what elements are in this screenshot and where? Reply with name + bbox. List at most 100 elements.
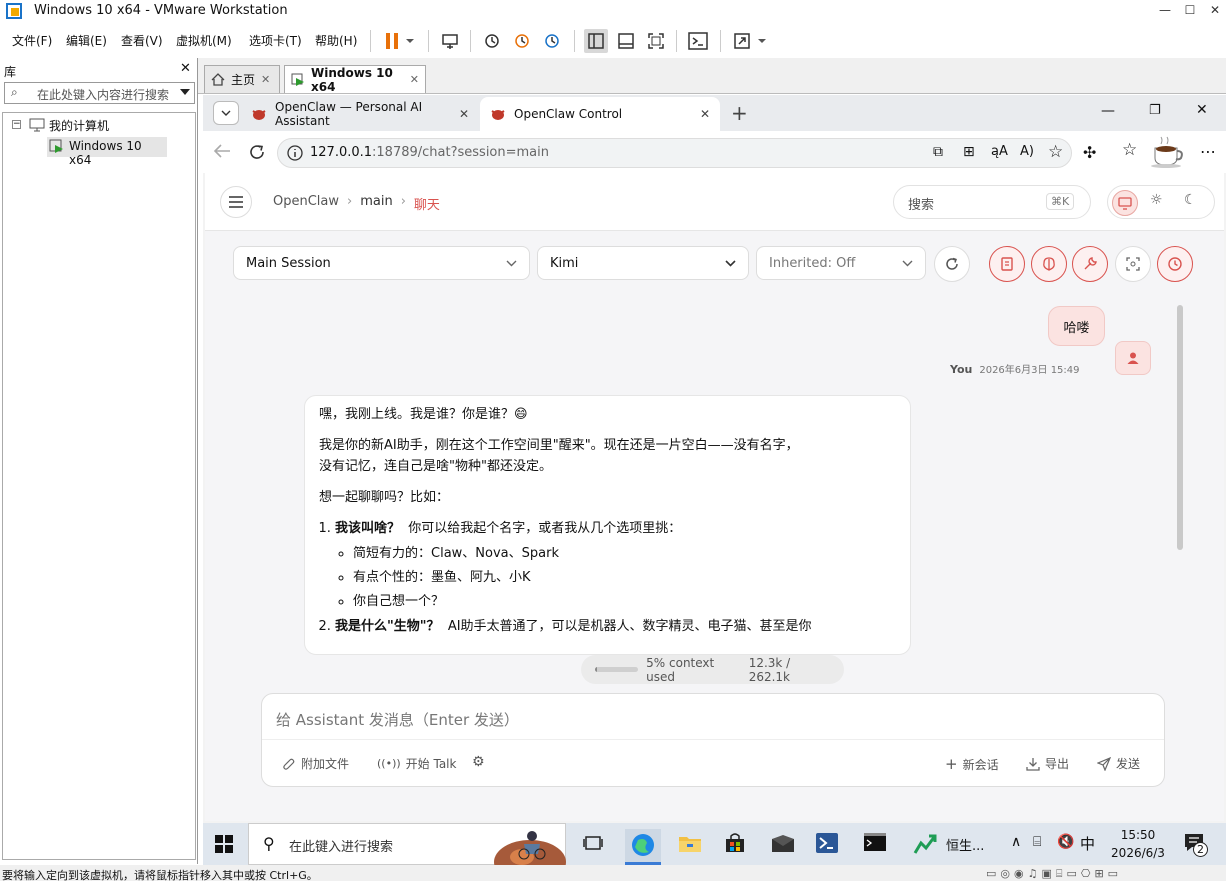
copilot-icon[interactable]: ⧉: [933, 144, 943, 160]
assistant-paragraph: 我是你的新AI助手，刚在这个工作空间里"醒来"。现在还是一片空白——没有名字， 没…: [319, 435, 896, 477]
logs-button[interactable]: [989, 246, 1025, 282]
ime-indicator[interactable]: 中: [1080, 833, 1095, 854]
site-info-icon[interactable]: [286, 144, 304, 162]
menu-tabs[interactable]: 选项卡(T): [249, 32, 302, 49]
menu-vm[interactable]: 虚拟机(M): [176, 32, 232, 49]
profile-coffee-icon[interactable]: [1151, 136, 1187, 168]
taskbar-clock[interactable]: 15:50 2026/6/3: [1108, 826, 1168, 862]
menu-view[interactable]: 查看(V): [121, 32, 163, 49]
translate-icon[interactable]: ąA: [991, 144, 1008, 159]
breadcrumb-separator: ›: [400, 194, 406, 209]
snapshot-icon[interactable]: [480, 29, 504, 53]
console-view-icon[interactable]: [686, 29, 710, 53]
start-talk-button[interactable]: ((•)) 开始 Talk: [377, 755, 456, 772]
store-icon[interactable]: [724, 832, 746, 854]
refresh-session-button[interactable]: [934, 246, 970, 282]
pause-dropdown-icon[interactable]: [400, 29, 420, 53]
file-explorer-icon[interactable]: [678, 833, 702, 853]
assistant-greeting: 嘿，我刚上线。我是谁？你是谁？😄: [319, 407, 528, 422]
browser-close-icon[interactable]: ✕: [1196, 102, 1208, 118]
device-status-icons[interactable]: ▭◎◉♫▣⌸▭⎔⊞▭: [986, 867, 1122, 881]
app-search-input[interactable]: 搜索 ⌘K: [893, 185, 1091, 219]
browser-restore-icon[interactable]: ❐: [1149, 103, 1161, 118]
library-search-input[interactable]: ⌕ 在此处键入内容进行搜索: [4, 82, 195, 104]
snapshot-manager-icon[interactable]: [540, 29, 564, 53]
close-icon[interactable]: ✕: [1207, 3, 1223, 19]
maximize-icon[interactable]: ☐: [1182, 3, 1198, 19]
edge-taskbar-icon[interactable]: [625, 829, 661, 865]
windows-start-icon[interactable]: [215, 835, 233, 853]
breadcrumb-root[interactable]: OpenClaw: [273, 194, 339, 213]
tab-close-icon[interactable]: ✕: [459, 107, 469, 121]
model-select[interactable]: Kimi: [537, 246, 749, 280]
stretch-guest-icon[interactable]: [730, 29, 754, 53]
read-aloud-icon[interactable]: A): [1020, 144, 1034, 159]
browser-minimize-icon[interactable]: —: [1101, 103, 1115, 119]
terminal-icon[interactable]: [863, 832, 887, 852]
task-view-icon[interactable]: [583, 834, 603, 852]
send-button[interactable]: 发送: [1097, 755, 1140, 772]
url-bar[interactable]: 127.0.0.1:18789/chat?session=main ⧉ ⊞ ąA…: [277, 138, 1072, 168]
menu-help[interactable]: 帮助(H): [315, 32, 357, 49]
tab-close-icon[interactable]: ✕: [261, 73, 270, 86]
history-button[interactable]: [1157, 246, 1193, 282]
settings-gear-icon[interactable]: ⚙: [472, 754, 485, 770]
more-menu-icon[interactable]: ⋯: [1200, 142, 1216, 161]
refresh-icon[interactable]: [248, 143, 266, 161]
tree-collapse-icon[interactable]: −: [12, 120, 21, 129]
tab-close-icon[interactable]: ✕: [410, 73, 419, 86]
moon-icon[interactable]: ☾: [1184, 192, 1197, 208]
menu-edit[interactable]: 编辑(E): [66, 32, 107, 49]
chevron-up-icon[interactable]: ∧: [1011, 834, 1021, 850]
hengsheng-app-icon[interactable]: [913, 833, 937, 855]
mail-icon[interactable]: [771, 835, 795, 853]
notification-icon[interactable]: 2: [1183, 832, 1209, 857]
powershell-icon[interactable]: [815, 832, 839, 854]
chevron-down-icon[interactable]: [180, 89, 190, 96]
menu-file[interactable]: 文件(F): [12, 32, 52, 49]
tab-home[interactable]: 主页 ✕: [204, 65, 280, 93]
browser-tab-openclaw-control[interactable]: OpenClaw Control ✕: [480, 97, 720, 131]
tab-close-icon[interactable]: ✕: [700, 107, 710, 121]
tree-item-windows10[interactable]: Windows 10 x64: [47, 137, 167, 167]
taskbar-search-box[interactable]: ⚲ 在此键入进行搜索: [248, 823, 566, 866]
sun-icon[interactable]: ☼: [1150, 192, 1163, 208]
network-icon[interactable]: ⌸: [1033, 834, 1041, 850]
inherited-select[interactable]: Inherited: Off: [756, 246, 926, 280]
library-close-icon[interactable]: ✕: [180, 61, 191, 76]
taskbar-app-label[interactable]: 恒生...: [946, 835, 984, 854]
message-input[interactable]: 给 Assistant 发消息（Enter 发送）: [276, 709, 519, 730]
session-select[interactable]: Main Session: [233, 246, 530, 280]
chat-scrollbar[interactable]: [1177, 305, 1183, 550]
new-tab-plus-icon[interactable]: +: [731, 101, 748, 125]
volume-muted-icon[interactable]: 🔇: [1057, 834, 1074, 850]
session-select-value: Main Session: [246, 255, 331, 271]
back-arrow-icon[interactable]: [213, 143, 231, 159]
export-button[interactable]: 导出: [1026, 755, 1069, 772]
revert-snapshot-icon[interactable]: [510, 29, 534, 53]
tab-actions-chevron-icon[interactable]: [213, 101, 239, 125]
minimize-icon[interactable]: —: [1157, 3, 1173, 19]
favorite-star-icon[interactable]: ☆: [1048, 142, 1063, 162]
focus-mode-button[interactable]: [1115, 246, 1151, 282]
attach-file-button[interactable]: 附加文件: [282, 755, 349, 772]
url-text[interactable]: 127.0.0.1:18789/chat?session=main: [310, 145, 549, 160]
tree-root-label[interactable]: 我的计算机: [49, 117, 109, 134]
hamburger-menu-icon[interactable]: [220, 186, 252, 218]
monitor-icon[interactable]: [1112, 190, 1138, 216]
thumbnail-bar-icon[interactable]: [614, 29, 638, 53]
send-ctrl-alt-del-icon[interactable]: [438, 29, 462, 53]
favorites-list-icon[interactable]: ☆: [1122, 140, 1137, 160]
stretch-dropdown-icon[interactable]: [752, 29, 772, 53]
apps-grid-icon[interactable]: ⊞: [963, 144, 975, 160]
fullscreen-icon[interactable]: [644, 29, 668, 53]
thinking-button[interactable]: [1031, 246, 1067, 282]
tools-button[interactable]: [1072, 246, 1108, 282]
extensions-icon[interactable]: ✣: [1083, 143, 1096, 162]
breadcrumb-main[interactable]: main: [360, 194, 392, 213]
new-session-button[interactable]: + 新会话: [945, 755, 999, 773]
browser-tab-openclaw-home[interactable]: OpenClaw — Personal AI Assistant ✕: [241, 97, 479, 131]
tab-windows10[interactable]: Windows 10 x64 ✕: [284, 65, 426, 94]
show-library-icon[interactable]: [584, 29, 608, 53]
context-usage-indicator: 5% context used 12.3k / 262.1k: [581, 655, 844, 684]
